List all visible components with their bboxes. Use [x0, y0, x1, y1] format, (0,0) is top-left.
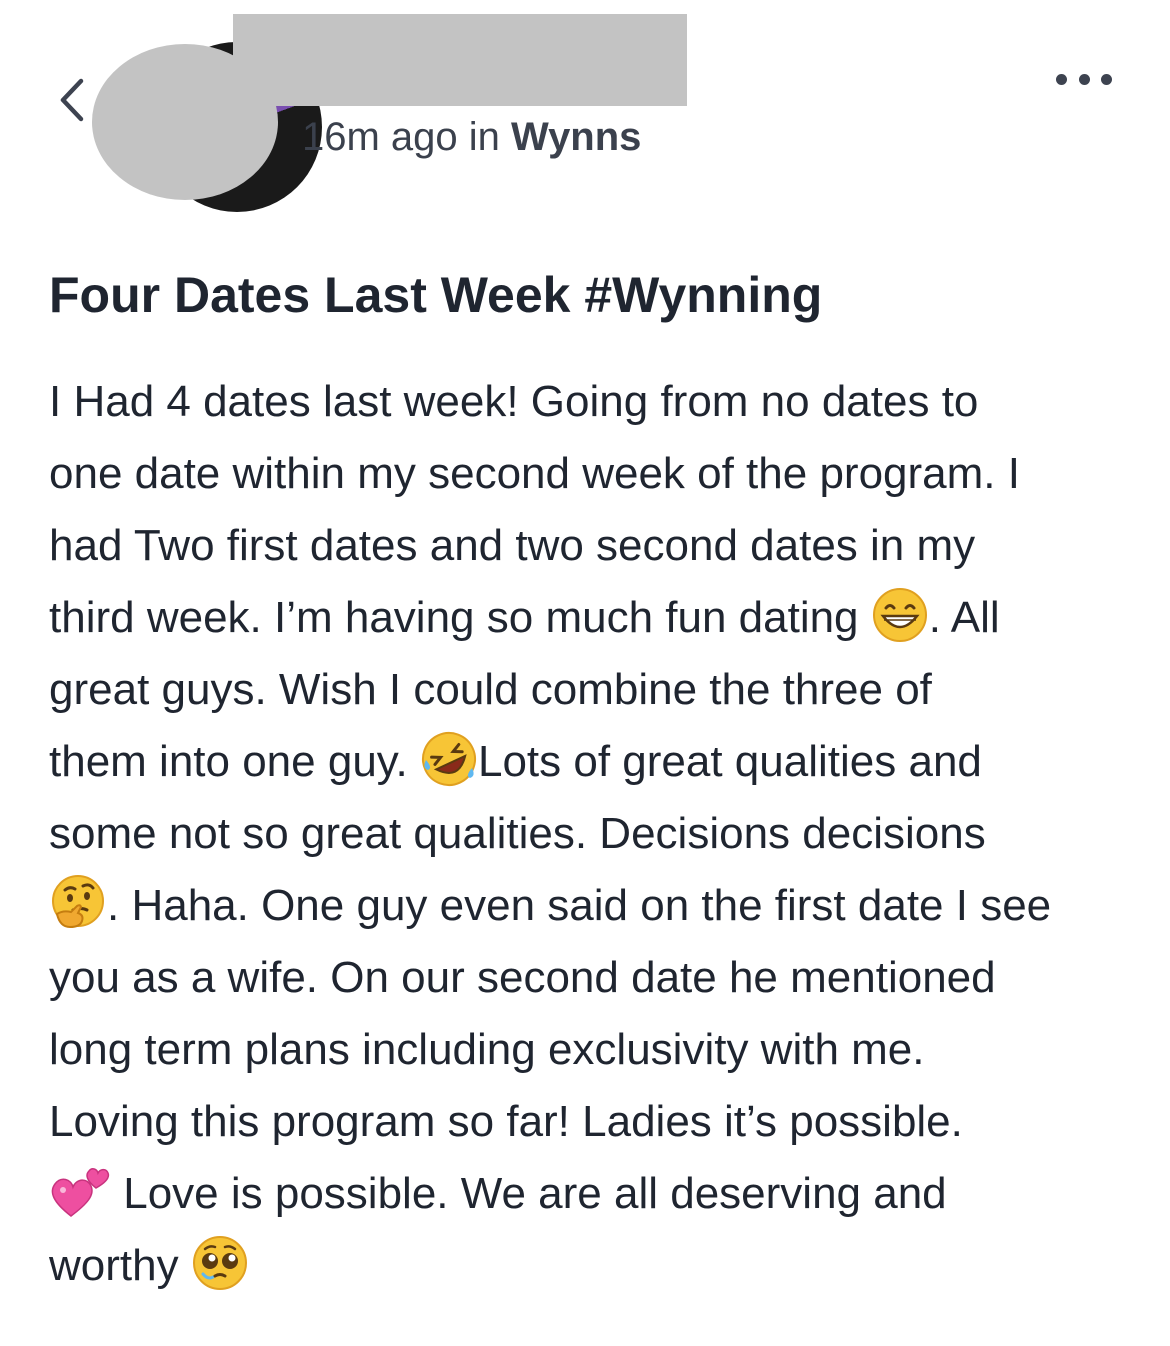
group-link[interactable]: Wynns: [511, 115, 641, 159]
back-button[interactable]: [48, 72, 96, 128]
thinking-face-emoji: [52, 875, 104, 929]
post-meta: 16m ago in Wynns: [302, 112, 641, 162]
body-line: them into one guy. Lots of great qualiti…: [49, 726, 1139, 798]
body-line: Loving this program so far! Ladies it’s …: [49, 1097, 963, 1146]
body-line: third week. I’m having so much fun datin…: [49, 582, 1139, 654]
body-line: great guys. Wish I could combine the thr…: [49, 665, 932, 714]
post-title: Four Dates Last Week #Wynning: [49, 267, 823, 323]
body-line: had Two first dates and two second dates…: [49, 521, 976, 570]
grinning-face-emoji: [872, 588, 927, 642]
more-options-button[interactable]: [1056, 64, 1112, 94]
body-line: long term plans including exclusivity wi…: [49, 1025, 925, 1074]
pleading-face-emoji: [192, 1236, 247, 1290]
body-line: one date within my second week of the pr…: [49, 449, 1020, 498]
more-horizontal-icon: [1056, 73, 1067, 85]
body-line: worthy: [49, 1230, 1139, 1302]
body-line: you as a wife. On our second date he men…: [49, 953, 996, 1002]
time-ago: 16m ago in: [302, 115, 512, 159]
body-line: some not so great qualities. Decisions d…: [49, 809, 986, 858]
two-hearts-emoji: [51, 1168, 110, 1217]
chevron-left-icon: [60, 78, 84, 122]
post-body: I Had 4 dates last week! Going from no d…: [49, 366, 1139, 1302]
body-line: Love is possible. We are all deserving a…: [49, 1158, 1139, 1230]
author-name-redaction: [233, 14, 687, 106]
rofl-emoji: [421, 732, 476, 786]
body-line: . Haha. One guy even said on the first d…: [49, 870, 1139, 942]
body-line: I Had 4 dates last week! Going from no d…: [49, 377, 979, 426]
